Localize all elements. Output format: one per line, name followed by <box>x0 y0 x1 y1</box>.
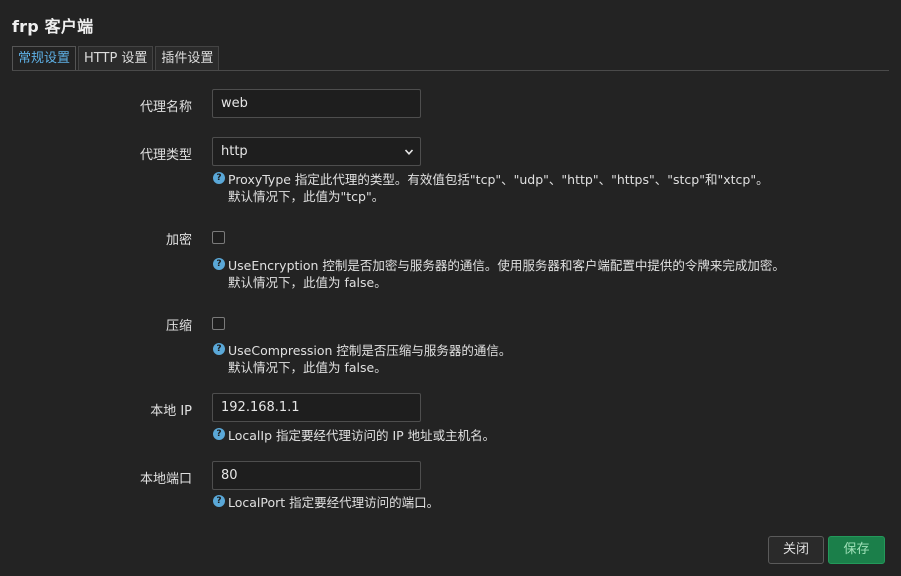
proxy-type-help-line1: ProxyType 指定此代理的类型。有效值包括"tcp"、"udp"、"htt… <box>228 172 769 187</box>
encryption-help-line2: 默认情况下，此值为 false。 <box>228 275 387 290</box>
tab-divider <box>12 70 889 71</box>
compression-help: ? UseCompression 控制是否压缩与服务器的通信。 默认情况下，此值… <box>213 342 511 376</box>
compression-checkbox[interactable] <box>212 317 225 330</box>
help-icon: ? <box>213 343 225 355</box>
local-port-input[interactable] <box>212 461 421 490</box>
tab-general-settings[interactable]: 常规设置 <box>12 46 77 70</box>
local-port-label: 本地端口 <box>139 472 192 487</box>
local-ip-help-line1: LocalIp 指定要经代理访问的 IP 地址或主机名。 <box>228 428 496 443</box>
encryption-checkbox[interactable] <box>212 231 225 244</box>
local-port-help-line1: LocalPort 指定要经代理访问的端口。 <box>228 495 440 510</box>
tab-bar: 常规设置 HTTP 设置 插件设置 <box>12 46 221 70</box>
proxy-type-selected-value: http <box>221 144 248 159</box>
local-port-help: ? LocalPort 指定要经代理访问的端口。 <box>213 494 439 511</box>
frp-client-dialog: frp 客户端 常规设置 HTTP 设置 插件设置 代理名称 代理类型 http… <box>0 0 901 576</box>
local-ip-input[interactable] <box>212 393 421 422</box>
proxy-name-label: 代理名称 <box>139 100 192 115</box>
encryption-help: ? UseEncryption 控制是否加密与服务器的通信。使用服务器和客户端配… <box>213 257 785 291</box>
help-icon: ? <box>213 495 225 507</box>
compression-help-line1: UseCompression 控制是否压缩与服务器的通信。 <box>228 343 512 358</box>
encryption-label: 加密 <box>165 233 192 248</box>
compression-label: 压缩 <box>165 319 192 334</box>
compression-help-line2: 默认情况下，此值为 false。 <box>228 360 387 375</box>
proxy-type-select[interactable]: http <box>212 137 421 166</box>
help-icon: ? <box>213 172 225 184</box>
tab-http-settings[interactable]: HTTP 设置 <box>78 46 154 70</box>
save-button[interactable]: 保存 <box>828 536 885 564</box>
proxy-name-input[interactable] <box>212 89 421 118</box>
proxy-type-label: 代理类型 <box>139 148 192 163</box>
encryption-help-line1: UseEncryption 控制是否加密与服务器的通信。使用服务器和客户端配置中… <box>228 258 785 273</box>
tab-plugin-settings[interactable]: 插件设置 <box>155 46 220 70</box>
proxy-type-help: ? ProxyType 指定此代理的类型。有效值包括"tcp"、"udp"、"h… <box>213 171 769 205</box>
proxy-type-help-line2: 默认情况下，此值为"tcp"。 <box>228 189 385 204</box>
close-button[interactable]: 关闭 <box>768 536 824 564</box>
dialog-title: frp 客户端 <box>12 17 94 36</box>
chevron-down-icon <box>404 149 414 155</box>
local-ip-help: ? LocalIp 指定要经代理访问的 IP 地址或主机名。 <box>213 427 495 444</box>
help-icon: ? <box>213 428 225 440</box>
help-icon: ? <box>213 258 225 270</box>
local-ip-label: 本地 IP <box>150 404 192 419</box>
